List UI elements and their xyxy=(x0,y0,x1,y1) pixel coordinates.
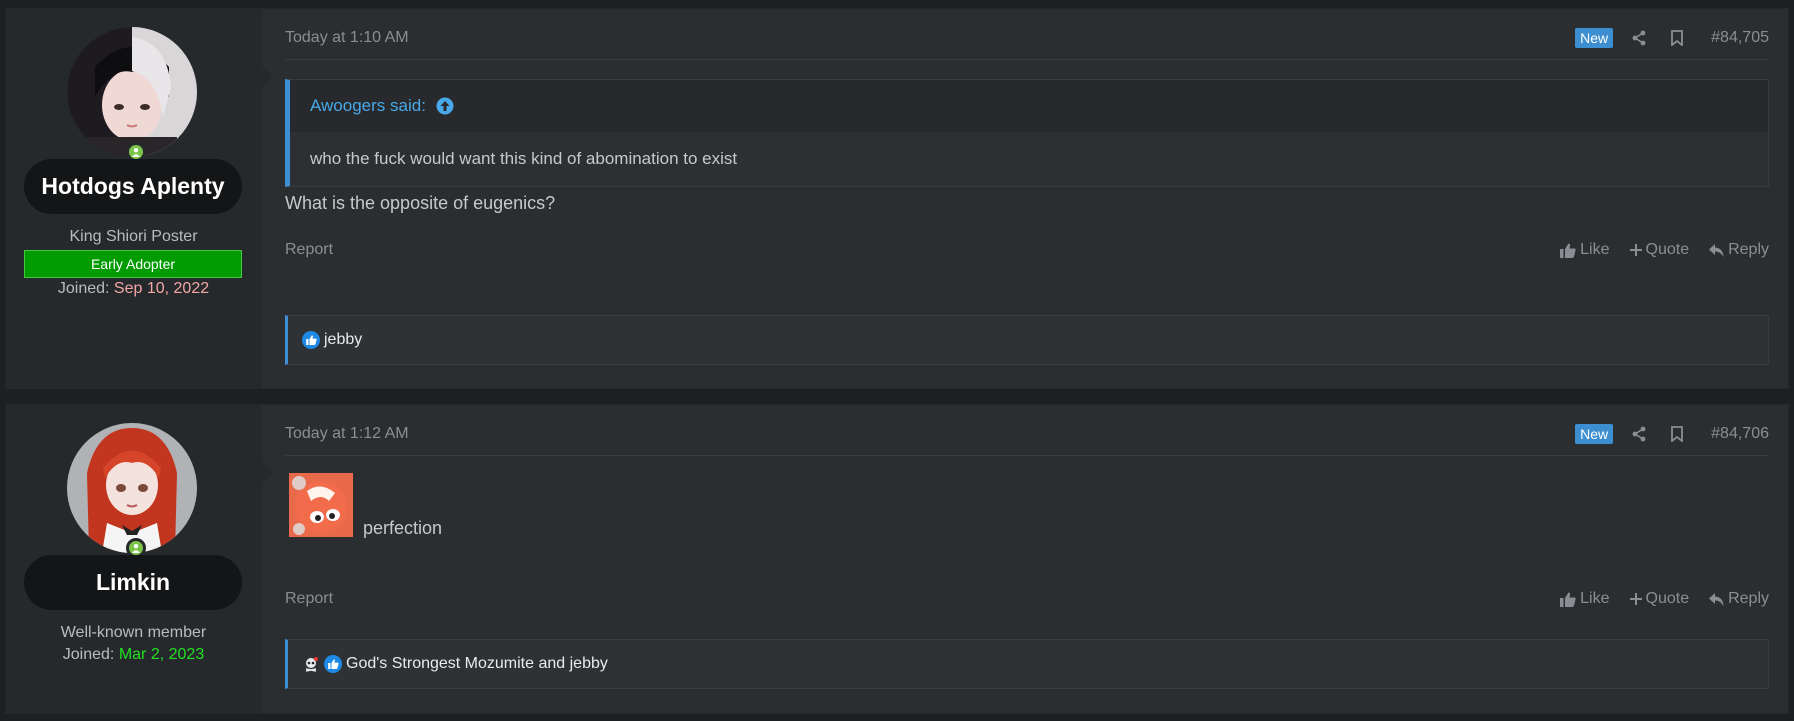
quote-label: Quote xyxy=(1645,241,1690,258)
reply-button[interactable]: Reply xyxy=(1709,241,1769,259)
report-link[interactable]: Report xyxy=(285,590,333,608)
emote-image xyxy=(289,473,353,537)
post-message: perfection xyxy=(363,518,443,538)
reactions-bar[interactable]: God's Strongest Mozumite and jebby xyxy=(285,639,1769,689)
user-cell: Limkin Well-known member Joined: Mar 2, … xyxy=(6,405,273,713)
post-main: Today at 1:10 AM New #84,705 Awoogers sa… xyxy=(262,9,1788,388)
reply-button[interactable]: Reply xyxy=(1709,590,1769,608)
joined-label: Joined: xyxy=(62,646,115,663)
post-timestamp[interactable]: Today at 1:12 AM xyxy=(285,425,409,443)
thumbs-up-icon xyxy=(1560,243,1576,258)
arrow-up-circle-icon[interactable] xyxy=(436,97,454,115)
action-buttons: Like Quote Reply xyxy=(1560,241,1769,259)
joined-date: Sep 10, 2022 xyxy=(113,280,210,297)
reply-label: Reply xyxy=(1728,241,1769,258)
post: Hotdogs Aplenty King Shiori Poster Early… xyxy=(5,8,1789,389)
new-badge: New xyxy=(1575,424,1614,444)
post-meta: Today at 1:12 AM New #84,706 xyxy=(285,423,1769,456)
quote-author[interactable]: Awoogers said: xyxy=(310,96,426,116)
joined-info: Joined: Sep 10, 2022 xyxy=(6,280,261,298)
reply-label: Reply xyxy=(1728,590,1769,607)
reactions-text[interactable]: jebby xyxy=(324,331,362,349)
user-title: King Shiori Poster xyxy=(69,228,198,245)
post-main: Today at 1:12 AM New #84,706 perfection … xyxy=(262,405,1788,713)
like-reaction-icon xyxy=(324,655,342,673)
post-actions: Report Like Quote Reply xyxy=(285,590,1769,612)
post-meta: Today at 1:10 AM New #84,705 xyxy=(285,27,1769,60)
quote-block: Awoogers said: who the fuck would want t… xyxy=(285,79,1769,187)
like-button[interactable]: Like xyxy=(1560,590,1610,608)
quote-label: Quote xyxy=(1645,590,1690,607)
report-link[interactable]: Report xyxy=(285,241,333,259)
like-label: Like xyxy=(1580,590,1610,607)
plus-icon xyxy=(1629,244,1642,256)
reactions-text[interactable]: God's Strongest Mozumite and jebby xyxy=(346,655,608,673)
post-message: What is the opposite of eugenics? xyxy=(285,193,556,213)
quote-text: who the fuck would want this kind of abo… xyxy=(290,132,1768,186)
like-label: Like xyxy=(1580,241,1610,258)
like-button[interactable]: Like xyxy=(1560,241,1610,259)
share-icon[interactable] xyxy=(1627,423,1651,445)
username[interactable]: Hotdogs Aplenty xyxy=(24,159,242,214)
share-icon[interactable] xyxy=(1627,27,1651,49)
post-timestamp[interactable]: Today at 1:10 AM xyxy=(285,29,409,47)
user-banner: Early Adopter xyxy=(24,250,242,278)
reactions-bar[interactable]: jebby xyxy=(285,315,1769,365)
joined-info: Joined: Mar 2, 2023 xyxy=(6,646,261,664)
thumbs-up-icon xyxy=(1560,592,1576,607)
post-meta-actions: New #84,706 xyxy=(1575,423,1769,445)
post-number[interactable]: #84,705 xyxy=(1711,29,1769,47)
joined-date: Mar 2, 2023 xyxy=(118,646,205,663)
joined-label: Joined: xyxy=(57,280,110,297)
avatar[interactable] xyxy=(67,27,197,157)
new-badge: New xyxy=(1575,28,1614,48)
post-actions: Report Like Quote Reply xyxy=(285,241,1769,263)
user-cell: Hotdogs Aplenty King Shiori Poster Early… xyxy=(6,9,273,388)
plus-icon xyxy=(1629,593,1642,605)
quote-header[interactable]: Awoogers said: xyxy=(290,80,1768,132)
reply-icon xyxy=(1709,592,1724,606)
avatar[interactable] xyxy=(67,423,197,553)
post-number[interactable]: #84,706 xyxy=(1711,425,1769,443)
username[interactable]: Limkin xyxy=(24,555,242,610)
user-title: Well-known member xyxy=(60,624,207,641)
bookmark-icon[interactable] xyxy=(1665,27,1689,49)
reply-icon xyxy=(1709,243,1724,257)
post: Limkin Well-known member Joined: Mar 2, … xyxy=(5,404,1789,714)
quote-button[interactable]: Quote xyxy=(1629,241,1690,259)
like-reaction-icon xyxy=(302,331,320,349)
action-buttons: Like Quote Reply xyxy=(1560,590,1769,608)
skull-reaction-icon xyxy=(302,655,320,673)
quote-button[interactable]: Quote xyxy=(1629,590,1690,608)
post-meta-actions: New #84,705 xyxy=(1575,27,1769,49)
bookmark-icon[interactable] xyxy=(1665,423,1689,445)
